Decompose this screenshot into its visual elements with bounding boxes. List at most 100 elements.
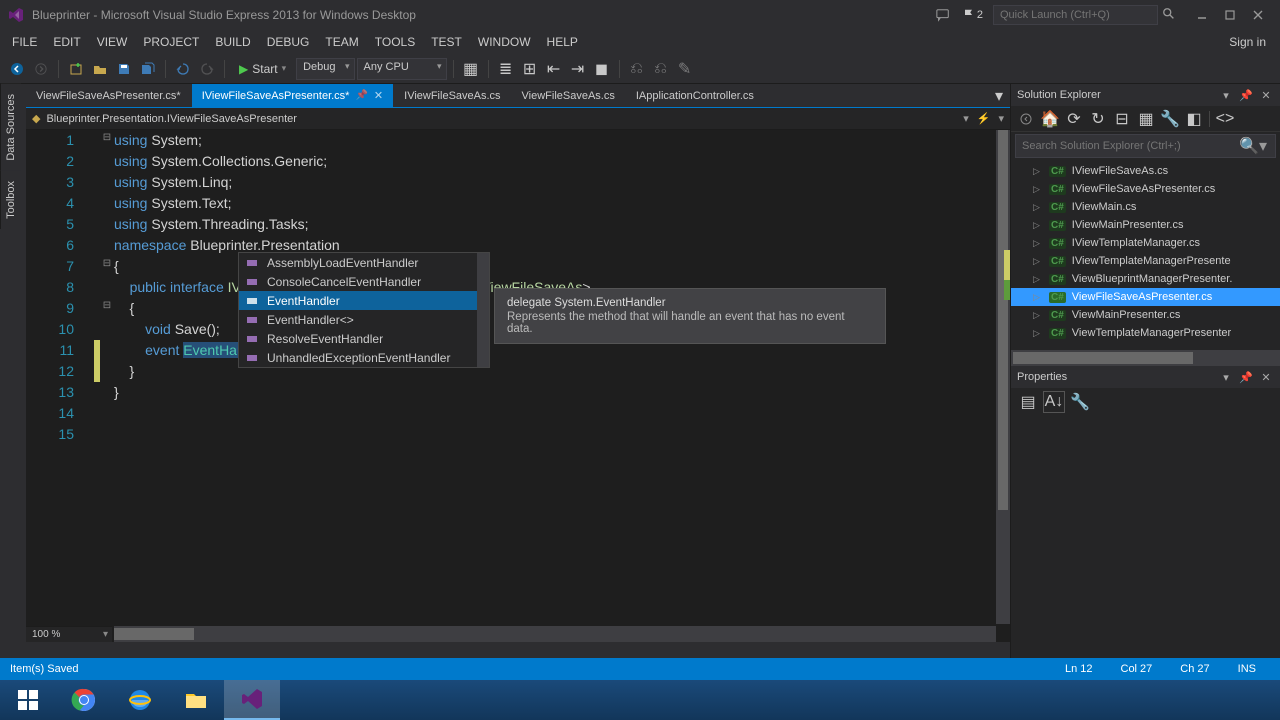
tb-icon-5[interactable]: ⇥ — [567, 58, 589, 80]
zoom-dropdown[interactable]: 100 % — [26, 626, 112, 642]
maximize-button[interactable] — [1216, 5, 1244, 25]
menu-edit[interactable]: EDIT — [45, 33, 88, 51]
nav-fwd-button[interactable] — [30, 58, 52, 80]
solution-search[interactable]: 🔍 ▾ — [1015, 134, 1276, 158]
start-button[interactable] — [0, 680, 56, 720]
quick-launch-input[interactable] — [993, 5, 1158, 25]
intellisense-item[interactable]: EventHandler<> — [239, 310, 489, 329]
tb-icon-1[interactable]: ▦ — [460, 58, 482, 80]
expand-icon[interactable]: ▷ — [1033, 220, 1043, 231]
menu-project[interactable]: PROJECT — [135, 33, 207, 51]
intellisense-scrollbar[interactable] — [477, 253, 489, 367]
solution-hscrollbar[interactable] — [1011, 350, 1280, 366]
notifications-flag[interactable]: 2 — [963, 8, 983, 22]
panel-pin-icon[interactable]: 📌 — [1238, 87, 1254, 103]
lightning-icon[interactable]: ⚡ — [977, 112, 991, 125]
expand-icon[interactable]: ▷ — [1033, 310, 1043, 321]
sign-in-link[interactable]: Sign in — [1219, 33, 1276, 51]
expand-icon[interactable]: ▷ — [1033, 292, 1043, 303]
minimize-button[interactable] — [1188, 5, 1216, 25]
menu-help[interactable]: HELP — [539, 33, 586, 51]
tabs-overflow-button[interactable]: ▾ — [988, 84, 1010, 107]
menu-window[interactable]: WINDOW — [470, 33, 539, 51]
sol-code-icon[interactable]: <> — [1214, 108, 1236, 130]
expand-icon[interactable]: ▷ — [1033, 202, 1043, 213]
open-button[interactable] — [89, 58, 111, 80]
config-dropdown[interactable]: Debug — [296, 58, 354, 80]
start-debug-button[interactable]: ▶ Start ▾ — [231, 58, 294, 80]
prop-categorized-icon[interactable]: ▤ — [1017, 391, 1039, 413]
panel-menu-icon[interactable]: ▾ — [1218, 87, 1234, 103]
doc-tab-3[interactable]: ViewFileSaveAs.cs — [512, 84, 626, 107]
close-button[interactable] — [1244, 5, 1272, 25]
solution-item[interactable]: ▷C#IViewFileSaveAsPresenter.cs — [1011, 180, 1280, 198]
new-project-button[interactable] — [65, 58, 87, 80]
expand-icon[interactable]: ▷ — [1033, 166, 1043, 177]
solution-item[interactable]: ▷C#IViewTemplateManagerPresente — [1011, 252, 1280, 270]
save-button[interactable] — [113, 58, 135, 80]
rail-toolbox[interactable]: Toolbox — [0, 171, 21, 229]
tb-icon-2[interactable]: ≣ — [495, 58, 517, 80]
panel-pin-icon[interactable]: 📌 — [1238, 369, 1254, 385]
prop-alpha-icon[interactable]: A↓ — [1043, 391, 1065, 413]
panel-menu-icon[interactable]: ▾ — [1218, 369, 1234, 385]
task-chrome[interactable] — [56, 680, 112, 720]
editor-vscrollbar[interactable] — [996, 130, 1010, 624]
fold-icon[interactable]: ⊟ — [102, 300, 112, 311]
doc-tab-4[interactable]: IApplicationController.cs — [626, 84, 765, 107]
menu-tools[interactable]: TOOLS — [367, 33, 423, 51]
search-dd-icon[interactable]: ▾ — [1259, 136, 1275, 156]
close-tab-icon[interactable]: ✕ — [374, 89, 383, 102]
sol-back-icon[interactable] — [1015, 108, 1037, 130]
solution-item[interactable]: ▷C#ViewBlueprintManagerPresenter. — [1011, 270, 1280, 288]
intellisense-item[interactable]: ResolveEventHandler — [239, 329, 489, 348]
intellisense-item[interactable]: ConsoleCancelEventHandler — [239, 272, 489, 291]
expand-icon[interactable]: ▷ — [1033, 238, 1043, 249]
menu-view[interactable]: VIEW — [89, 33, 136, 51]
panel-close-icon[interactable]: ✕ — [1258, 369, 1274, 385]
save-all-button[interactable] — [137, 58, 159, 80]
sol-showall-icon[interactable]: ▦ — [1135, 108, 1157, 130]
sol-sync-icon[interactable]: ⟳ — [1063, 108, 1085, 130]
search-icon[interactable]: 🔍 — [1239, 136, 1259, 156]
sol-preview-icon[interactable]: ◧ — [1183, 108, 1205, 130]
solution-item[interactable]: ▷C#IViewFileSaveAs.cs — [1011, 162, 1280, 180]
nav-back-button[interactable] — [6, 58, 28, 80]
menu-file[interactable]: FILE — [4, 33, 45, 51]
menu-debug[interactable]: DEBUG — [259, 33, 318, 51]
doc-tab-1[interactable]: IViewFileSaveAsPresenter.cs* 📌 ✕ — [192, 84, 394, 107]
sol-home-icon[interactable]: 🏠 — [1039, 108, 1061, 130]
pin-icon[interactable]: 📌 — [355, 90, 367, 101]
expand-icon[interactable]: ▷ — [1033, 256, 1043, 267]
tb-icon-8[interactable]: ⎌ — [650, 58, 672, 80]
panel-close-icon[interactable]: ✕ — [1258, 87, 1274, 103]
solution-item[interactable]: ▷C#ViewFileSaveAsPresenter.cs — [1011, 288, 1280, 306]
code-editor[interactable]: 123456789101112131415 ⊟ ⊟ ⊟ using System… — [26, 130, 1010, 642]
solution-item[interactable]: ▷C#IViewMainPresenter.cs — [1011, 216, 1280, 234]
rail-data-sources[interactable]: Data Sources — [0, 84, 21, 171]
solution-search-input[interactable] — [1016, 138, 1239, 154]
intellisense-item[interactable]: UnhandledExceptionEventHandler — [239, 348, 489, 367]
expand-icon[interactable]: ▷ — [1033, 184, 1043, 195]
nav-dd-2[interactable]: ▾ — [998, 112, 1004, 125]
feedback-icon[interactable] — [935, 7, 953, 23]
doc-tab-2[interactable]: IViewFileSaveAs.cs — [394, 84, 511, 107]
tb-icon-3[interactable]: ⊞ — [519, 58, 541, 80]
tb-icon-4[interactable]: ⇤ — [543, 58, 565, 80]
task-ie[interactable] — [112, 680, 168, 720]
intellisense-item[interactable]: AssemblyLoadEventHandler — [239, 253, 489, 272]
menu-team[interactable]: TEAM — [317, 33, 366, 51]
tb-icon-7[interactable]: ⎌ — [626, 58, 648, 80]
doc-tab-0[interactable]: ViewFileSaveAsPresenter.cs* — [26, 84, 192, 107]
task-explorer[interactable] — [168, 680, 224, 720]
namespace-dropdown[interactable]: Blueprinter.Presentation.IViewFileSaveAs… — [46, 113, 297, 125]
intellisense-item[interactable]: EventHandler — [239, 291, 489, 310]
tb-icon-9[interactable]: ✎ — [674, 58, 696, 80]
sol-refresh-icon[interactable]: ↻ — [1087, 108, 1109, 130]
fold-icon[interactable]: ⊟ — [102, 258, 112, 269]
sol-collapse-icon[interactable]: ⊟ — [1111, 108, 1133, 130]
solution-item[interactable]: ▷C#IViewTemplateManager.cs — [1011, 234, 1280, 252]
search-icon[interactable] — [1162, 7, 1178, 24]
intellisense-popup[interactable]: AssemblyLoadEventHandlerConsoleCancelEve… — [238, 252, 490, 368]
properties-grid[interactable] — [1011, 416, 1280, 658]
